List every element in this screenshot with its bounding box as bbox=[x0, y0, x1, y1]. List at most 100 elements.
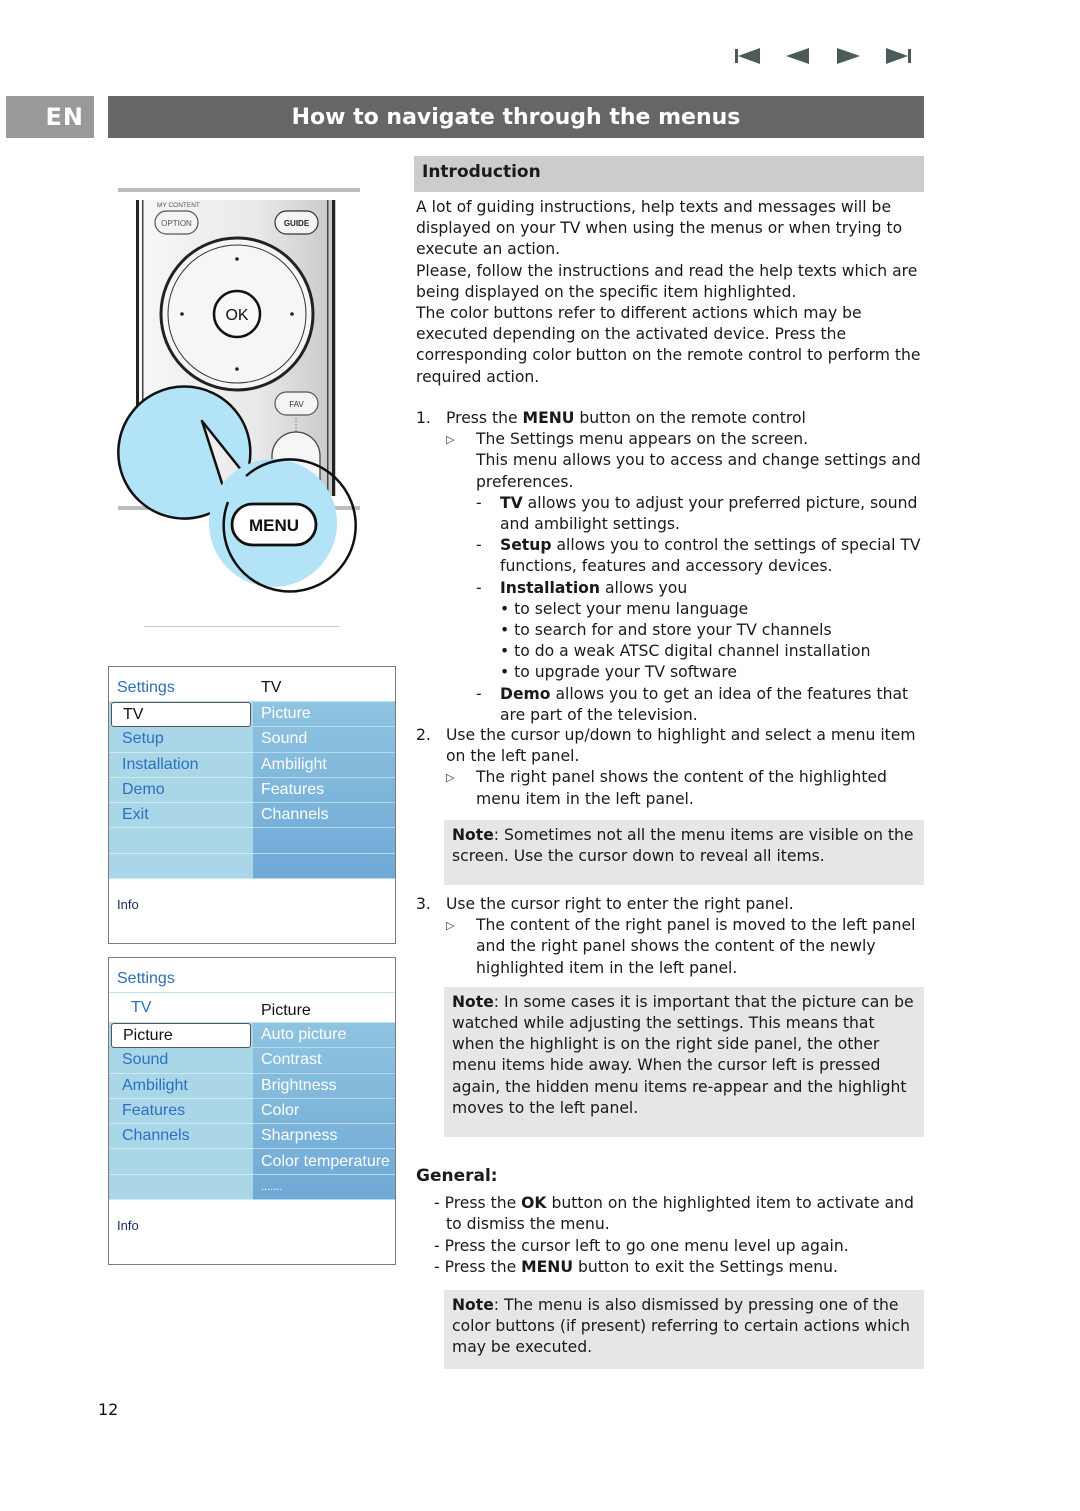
intro-paragraph: A lot of guiding instructions, help text… bbox=[416, 198, 903, 259]
menu-item-empty bbox=[109, 828, 253, 854]
previous-icon[interactable] bbox=[784, 46, 812, 66]
menu-item-color-temperature[interactable]: Color temperature bbox=[253, 1149, 395, 1175]
menu-item-contrast[interactable]: Contrast bbox=[253, 1048, 395, 1074]
menu-item-sharpness[interactable]: Sharpness bbox=[253, 1124, 395, 1150]
menu-item-brightness[interactable]: Brightness bbox=[253, 1074, 395, 1099]
note-box: Note: In some cases it is important that… bbox=[444, 986, 924, 1138]
result-arrow-icon: ▷ bbox=[446, 771, 455, 785]
svg-text:MY CONTENT: MY CONTENT bbox=[157, 202, 200, 209]
description: allows you to get an idea of the feature… bbox=[500, 684, 909, 724]
settings-menu-screen-1: Settings TV TV Setup Installation Demo E… bbox=[108, 666, 396, 944]
step-3-instruction: 3. Use the cursor right to enter the rig… bbox=[416, 894, 924, 915]
svg-text:FAV: FAV bbox=[289, 400, 304, 409]
menu-description-demo: - Demo allows you to get an idea of the f… bbox=[476, 684, 909, 724]
step-1-result: ▷ The Settings menu appears on the scree… bbox=[446, 429, 924, 726]
note-label: Note bbox=[452, 825, 494, 844]
menu-item-features[interactable]: Features bbox=[253, 778, 395, 804]
menu-subheader-picture: Picture bbox=[261, 1001, 311, 1019]
result-arrow-icon: ▷ bbox=[446, 919, 455, 933]
menu-item-features[interactable]: Features bbox=[109, 1099, 253, 1125]
note-text: : In some cases it is important that the… bbox=[452, 992, 914, 1117]
general-section: General: - Press the OK button on the hi… bbox=[416, 1166, 924, 1369]
svg-text:GUIDE: GUIDE bbox=[284, 219, 310, 228]
right-panel: Picture Sound Ambilight Features Channel… bbox=[253, 702, 395, 880]
menu-subheader: TV Picture bbox=[109, 993, 395, 1023]
menu-header-settings: Settings bbox=[117, 679, 175, 696]
menu-item-empty bbox=[253, 828, 395, 854]
description: allows you to control the settings of sp… bbox=[500, 536, 921, 576]
menu-description-setup: - Setup allows you to control the setting… bbox=[476, 536, 921, 576]
text: - Press the cursor left to go one menu l… bbox=[434, 1236, 849, 1255]
svg-text:MENU: MENU bbox=[249, 516, 299, 535]
menu-item-empty bbox=[109, 1175, 253, 1201]
menu-item-sound[interactable]: Sound bbox=[109, 1048, 253, 1074]
menu-item-picture[interactable]: Picture bbox=[253, 702, 395, 728]
svg-text:OPTION: OPTION bbox=[161, 219, 192, 228]
menu-info: Info bbox=[117, 897, 139, 913]
step-3-result-wrap: ▷ The content of the right panel is move… bbox=[416, 915, 924, 979]
cursor-ring: OK bbox=[159, 236, 315, 392]
menu-item-sound[interactable]: Sound bbox=[253, 727, 395, 753]
general-item: - Press the MENU button to exit the Sett… bbox=[434, 1257, 924, 1278]
menu-item-auto-picture[interactable]: Auto picture bbox=[253, 1023, 395, 1049]
intro-paragraph: The color buttons refer to different act… bbox=[416, 304, 921, 386]
menu-item-demo[interactable]: Demo bbox=[109, 778, 253, 804]
page-number: 12 bbox=[98, 1400, 119, 1419]
text: - Press the bbox=[434, 1257, 522, 1276]
step-1: 1. Press the MENU button on the remote c… bbox=[416, 408, 924, 726]
step-3: 3. Use the cursor right to enter the rig… bbox=[416, 894, 924, 1138]
install-bullet: • to search for and store your TV channe… bbox=[500, 621, 832, 640]
menu-header-settings: Settings bbox=[117, 970, 175, 987]
menu-item-picture[interactable]: Picture bbox=[111, 1023, 251, 1049]
menu-description-installation: - Installation allows you bbox=[476, 578, 688, 597]
step-2-result: ▷ The right panel shows the content of t… bbox=[446, 767, 924, 809]
step-text: Use the cursor right to enter the right … bbox=[446, 895, 794, 913]
step-2: 2. Use the cursor up/down to highlight a… bbox=[416, 725, 924, 886]
menu-item-tv[interactable]: TV bbox=[111, 702, 251, 728]
step-number: 1. bbox=[416, 409, 431, 427]
skip-to-start-icon[interactable] bbox=[734, 46, 762, 66]
text: button to exit the Settings menu. bbox=[573, 1257, 838, 1276]
menu-item-setup[interactable]: Setup bbox=[109, 727, 253, 753]
description: allows you to adjust your preferred pict… bbox=[500, 493, 918, 534]
general-item: - Press the cursor left to go one menu l… bbox=[434, 1236, 924, 1257]
menu-item-exit[interactable]: Exit bbox=[109, 803, 253, 829]
menu-item-empty bbox=[109, 1149, 253, 1175]
left-panel: Picture Sound Ambilight Features Channel… bbox=[109, 1023, 253, 1201]
result-arrow-icon: ▷ bbox=[446, 433, 455, 447]
page-navigation bbox=[734, 46, 912, 66]
menu-item-ambilight[interactable]: Ambilight bbox=[109, 1074, 253, 1099]
install-bullet: • to upgrade your TV software bbox=[500, 663, 737, 682]
language-tab: EN bbox=[6, 96, 94, 138]
result-text: The Settings menu appears on the screen. bbox=[476, 430, 809, 449]
page-title: How to navigate through the menus bbox=[108, 96, 924, 138]
note-box: Note: The menu is also dismissed by pres… bbox=[444, 1290, 924, 1369]
step-2-instruction: 2. Use the cursor up/down to highlight a… bbox=[416, 725, 924, 767]
left-panel: TV Setup Installation Demo Exit bbox=[109, 702, 253, 880]
step-text: Use the cursor up/down to highlight and … bbox=[446, 726, 916, 766]
menu-item-channels[interactable]: Channels bbox=[109, 1124, 253, 1150]
step-text: button on the remote control bbox=[574, 409, 806, 427]
menu-info: Info bbox=[117, 1218, 139, 1234]
intro-text: A lot of guiding instructions, help text… bbox=[416, 197, 924, 388]
next-icon[interactable] bbox=[834, 46, 862, 66]
text: - Press the bbox=[434, 1194, 522, 1213]
note-box: Note: Sometimes not all the menu items a… bbox=[444, 819, 924, 886]
menu-item-installation[interactable]: Installation bbox=[109, 753, 253, 778]
menu-header: Settings bbox=[109, 958, 395, 993]
step-number: 2. bbox=[416, 726, 431, 744]
menu-item-ambilight[interactable]: Ambilight bbox=[253, 753, 395, 778]
svg-text:OK: OK bbox=[225, 307, 248, 324]
note-label: Note bbox=[452, 992, 494, 1011]
install-bullet: • to do a weak ATSC digital channel inst… bbox=[500, 642, 871, 661]
menu-item-color[interactable]: Color bbox=[253, 1099, 395, 1125]
result-text: The right panel shows the content of the… bbox=[476, 768, 887, 808]
keyword: Setup bbox=[500, 536, 552, 555]
install-bullet: • to select your menu language bbox=[500, 599, 749, 618]
menu-item-more[interactable]: ....... bbox=[253, 1175, 395, 1201]
right-panel: Auto picture Contrast Brightness Color S… bbox=[253, 1023, 395, 1201]
menu-item-channels[interactable]: Channels bbox=[253, 803, 395, 829]
result-text: This menu allows you to access and chang… bbox=[476, 451, 921, 491]
skip-to-end-icon[interactable] bbox=[884, 46, 912, 66]
keyword: MENU bbox=[521, 1257, 574, 1276]
